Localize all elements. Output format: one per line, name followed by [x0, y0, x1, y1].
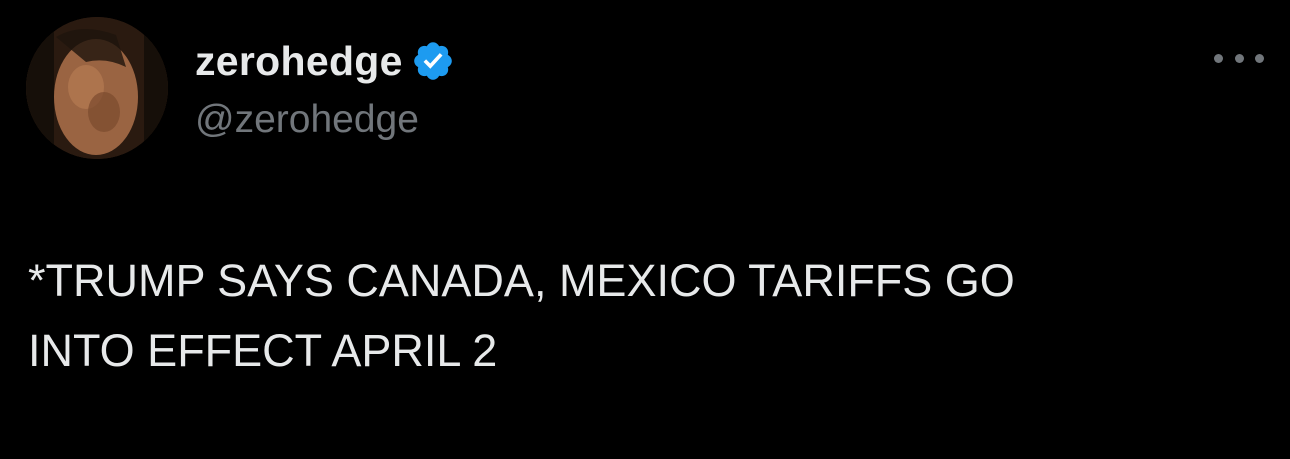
author-handle[interactable]: @zerohedge: [195, 96, 419, 144]
tweet-text: *TRUMP SAYS CANADA, MEXICO TARIFFS GO IN…: [28, 255, 1015, 376]
more-dot-icon: [1234, 53, 1244, 63]
verified-badge-icon: [411, 39, 455, 83]
more-dot-icon: [1255, 53, 1264, 63]
more-options-icon[interactable]: [1214, 46, 1264, 70]
author-name-row: zerohedge: [195, 36, 455, 86]
tweet-card: zerohedge @zerohedge *TRUMP SAYS CANADA,…: [0, 0, 1290, 459]
more-dot-icon: [1214, 53, 1223, 63]
avatar-image: [26, 17, 168, 159]
author-display-name[interactable]: zerohedge: [195, 36, 403, 86]
avatar[interactable]: [26, 17, 168, 159]
